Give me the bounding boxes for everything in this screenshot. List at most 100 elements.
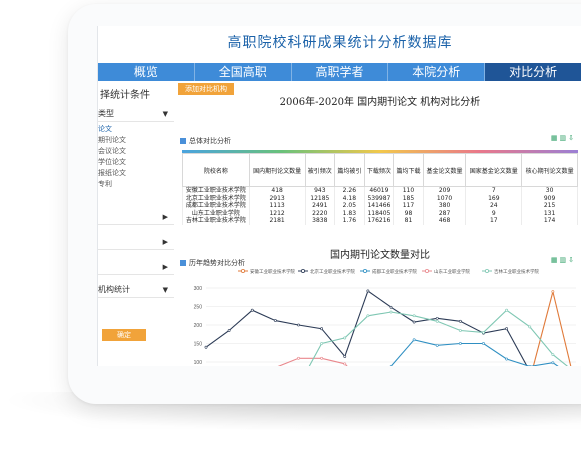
app-title: 高职院校科研成果统计分析数据库 bbox=[227, 35, 453, 51]
main-nav: 概览 全国高职 高职学者 本院分析 对比分析 bbox=[98, 63, 581, 81]
page-heading: 2006年-2020年 国内期刊论文 机构对比分析 bbox=[279, 97, 481, 108]
tab-national[interactable]: 全国高职 bbox=[195, 63, 292, 81]
type-option[interactable]: 论文 bbox=[98, 124, 174, 135]
data-point bbox=[320, 327, 324, 331]
y-tick-label: 300 bbox=[194, 286, 203, 292]
legend-marker bbox=[484, 268, 489, 274]
type-option[interactable]: 专利 bbox=[98, 179, 174, 190]
table-cell: 46019 bbox=[363, 186, 395, 195]
data-point bbox=[366, 289, 370, 293]
data-point bbox=[505, 357, 509, 361]
table-icon[interactable]: ▦ bbox=[551, 134, 560, 142]
tab-scholars[interactable]: 高职学者 bbox=[292, 63, 389, 81]
tab-institution[interactable]: 本院分析 bbox=[388, 63, 486, 81]
main-panel: 添加对比机构 2006年-2020年 国内期刊论文 机构对比分析 总体对比分析 … bbox=[178, 82, 581, 366]
data-point bbox=[412, 314, 416, 318]
table-cell: 909 bbox=[521, 194, 578, 202]
legend-label: 安徽工业职业技术学院 bbox=[250, 268, 295, 275]
org-stat-row[interactable]: 机构统计 ▼ bbox=[98, 283, 174, 298]
confirm-button[interactable]: 确定 bbox=[102, 329, 146, 341]
column-header: 基金论文数量 bbox=[422, 153, 467, 187]
data-point bbox=[389, 305, 393, 309]
data-point bbox=[505, 308, 509, 312]
overview-section-label: 总体对比分析 bbox=[180, 136, 231, 146]
table-cell: 943 bbox=[304, 186, 336, 195]
table-row: 北京工业职业技术学院 2913 12185 4.18 539987 185 1070 169 9… bbox=[182, 194, 578, 202]
table-cell: 209 bbox=[422, 186, 467, 195]
table-cell: 1113 bbox=[248, 202, 306, 210]
column-header: 下载频次 bbox=[363, 153, 395, 187]
table-cell: 1212 bbox=[248, 209, 306, 217]
table-cell: 468 bbox=[422, 217, 467, 225]
type-label: 类型 bbox=[98, 109, 114, 118]
table-cell: 141466 bbox=[363, 202, 395, 210]
filter-row[interactable]: ▶ bbox=[98, 260, 174, 275]
column-header: 国家基金论文数量 bbox=[465, 153, 523, 187]
table-cell: 24 bbox=[465, 202, 523, 210]
tab-compare[interactable]: 对比分析 bbox=[485, 63, 581, 81]
bar-chart-icon[interactable]: ▥ bbox=[560, 256, 569, 264]
table-cell: 2220 bbox=[304, 209, 336, 217]
data-point bbox=[482, 331, 485, 334]
legend-label: 成都工业职业技术学院 bbox=[372, 268, 417, 275]
legend-marker bbox=[362, 268, 367, 274]
table-cell: 1070 bbox=[422, 194, 467, 202]
column-header: 院校名称 bbox=[182, 153, 250, 187]
filter-row[interactable]: ▶ bbox=[98, 210, 174, 225]
caret-down-icon: ▼ bbox=[162, 286, 168, 294]
table-cell: 7 bbox=[465, 186, 523, 195]
table-cell: 9 bbox=[465, 209, 523, 217]
data-point bbox=[458, 319, 462, 323]
type-select[interactable]: 类型 ▼ bbox=[98, 107, 174, 122]
series-line bbox=[532, 291, 572, 366]
caret-right-icon: ▶ bbox=[162, 238, 168, 246]
y-tick-label: 250 bbox=[194, 304, 203, 310]
table-cell: 98 bbox=[393, 209, 424, 217]
chart-icon bbox=[180, 260, 186, 266]
data-point bbox=[505, 327, 509, 331]
table-icon[interactable]: ▦ bbox=[551, 256, 560, 264]
data-point bbox=[435, 319, 439, 323]
table-cell: 174 bbox=[521, 217, 578, 225]
column-header: 篇均下载 bbox=[393, 153, 424, 187]
filter-heading: 择统计条件 bbox=[100, 90, 150, 101]
data-point bbox=[297, 323, 300, 327]
type-option[interactable]: 期刊论文 bbox=[98, 135, 174, 146]
y-tick-label: 200 bbox=[194, 323, 203, 329]
filter-row[interactable]: ▶ bbox=[98, 235, 174, 250]
table-cell: 81 bbox=[393, 217, 424, 225]
tab-overview[interactable]: 概览 bbox=[98, 63, 195, 81]
table-cell: 131 bbox=[521, 209, 578, 217]
type-option[interactable]: 学位论文 bbox=[98, 157, 174, 168]
type-option[interactable]: 会议论文 bbox=[98, 146, 174, 157]
legend-marker bbox=[301, 268, 306, 274]
bar-chart-icon[interactable]: ▥ bbox=[560, 134, 569, 142]
data-point bbox=[482, 342, 485, 345]
data-point bbox=[250, 308, 254, 312]
table-cell: 2.26 bbox=[334, 186, 365, 195]
legend-marker bbox=[424, 268, 429, 274]
data-point bbox=[320, 342, 324, 345]
legend-label: 山东工业职业学院 bbox=[434, 268, 470, 275]
table-cell: 4.18 bbox=[334, 194, 365, 202]
filter-sidebar: 择统计条件 类型 ▼ 论文 期刊论文 会议论文 学位论文 报纸论文 专利 ▶ ▶… bbox=[98, 82, 174, 366]
table-cell: 17 bbox=[465, 217, 523, 225]
download-icon[interactable]: ⇩ bbox=[568, 134, 576, 142]
type-option[interactable]: 报纸论文 bbox=[98, 168, 174, 179]
data-point bbox=[343, 336, 347, 340]
table-cell: 380 bbox=[422, 202, 467, 210]
y-tick-label: 100 bbox=[194, 360, 203, 366]
compare-table: 院校名称 国内期刊论文数量 被引频次 篇均被引 下载频次 篇均下载 基金论文数量 国家基金论文… bbox=[182, 153, 578, 225]
app-screen: 高职院校科研成果统计分析数据库 概览 全国高职 高职学者 本院分析 对比分析 择… bbox=[97, 26, 581, 366]
chart-toggle[interactable]: ▦▥⇩ bbox=[551, 256, 576, 264]
download-icon[interactable]: ⇩ bbox=[568, 256, 576, 264]
series-line bbox=[308, 309, 569, 366]
table-cell: 215 bbox=[521, 202, 578, 210]
data-point bbox=[204, 345, 208, 349]
table-cell: 539987 bbox=[363, 194, 395, 202]
column-header: 篇均被引 bbox=[334, 153, 365, 187]
data-point bbox=[343, 362, 347, 366]
view-toggle[interactable]: ▦▥⇩ bbox=[551, 134, 576, 142]
data-point bbox=[458, 329, 462, 332]
table-header-row: 院校名称 国内期刊论文数量 被引频次 篇均被引 下载频次 篇均下载 基金论文数量 国家基金论文… bbox=[182, 153, 578, 187]
